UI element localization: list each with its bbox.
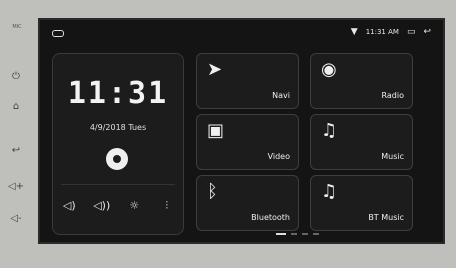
bluetooth-icon: ᛒ: [207, 181, 218, 202]
settings-button[interactable]: [106, 148, 128, 170]
gear-icon: [113, 155, 121, 163]
music-note-icon: ♫: [321, 120, 338, 141]
volume-up-icon[interactable]: ◁+: [6, 180, 26, 194]
back-icon[interactable]: ↩: [423, 26, 431, 38]
tile-navi[interactable]: ➤ Navi: [196, 53, 299, 109]
equalizer-icon[interactable]: ⫶: [156, 197, 178, 215]
page-dot: [291, 233, 297, 235]
volume-up-icon[interactable]: ◁)): [91, 197, 113, 215]
tile-bt-music[interactable]: ♫ BT Music: [310, 175, 413, 231]
tile-radio[interactable]: ◉ Radio: [310, 53, 413, 109]
tile-video[interactable]: ▣ Video: [196, 114, 299, 170]
navigation-arrow-icon: ➤: [207, 59, 223, 80]
head-unit-screen: ▼ 11:31 AM ▭ ↩ 11:31 4/9/2018 Tues ◁) ◁)…: [38, 18, 445, 244]
tile-label: Video: [267, 152, 290, 161]
page-dot-active: [276, 233, 286, 235]
window-icon[interactable]: ▭: [407, 26, 416, 38]
volume-down-icon[interactable]: ◁): [58, 197, 80, 215]
status-right: ▼ 11:31 AM ▭ ↩: [351, 26, 431, 38]
mic-label: MIC: [12, 24, 22, 30]
clock-widget[interactable]: 11:31 4/9/2018 Tues ◁) ◁)) ☼ ⫶: [52, 53, 184, 235]
status-bar: ▼ 11:31 AM ▭ ↩: [40, 20, 443, 46]
status-time: 11:31 AM: [365, 28, 399, 36]
clock-time: 11:31: [67, 76, 169, 111]
tile-label: Bluetooth: [251, 213, 290, 222]
back-icon[interactable]: ↩: [6, 144, 26, 158]
tile-label: BT Music: [368, 213, 404, 222]
power-icon[interactable]: ⏻: [6, 70, 26, 84]
tile-label: Navi: [272, 91, 290, 100]
tile-music[interactable]: ♫ Music: [310, 114, 413, 170]
tile-label: Radio: [381, 91, 404, 100]
tile-label: Music: [381, 152, 404, 161]
tile-bluetooth[interactable]: ᛒ Bluetooth: [196, 175, 299, 231]
brightness-icon[interactable]: ☼: [123, 197, 145, 215]
video-icon: ▣: [207, 120, 225, 141]
home-icon[interactable]: ⌂: [6, 100, 26, 114]
page-indicator: [276, 233, 319, 235]
divider: [61, 184, 175, 185]
volume-down-icon[interactable]: ◁-: [6, 212, 26, 226]
radio-icon: ◉: [321, 59, 337, 80]
home-button[interactable]: [52, 30, 64, 37]
page-dot: [302, 233, 308, 235]
page-dot: [313, 233, 319, 235]
wifi-icon: ▼: [350, 27, 358, 37]
quick-controls: ◁) ◁)) ☼ ⫶: [53, 197, 183, 215]
clock-date: 4/9/2018 Tues: [89, 123, 147, 132]
bt-music-icon: ♫: [321, 181, 338, 202]
